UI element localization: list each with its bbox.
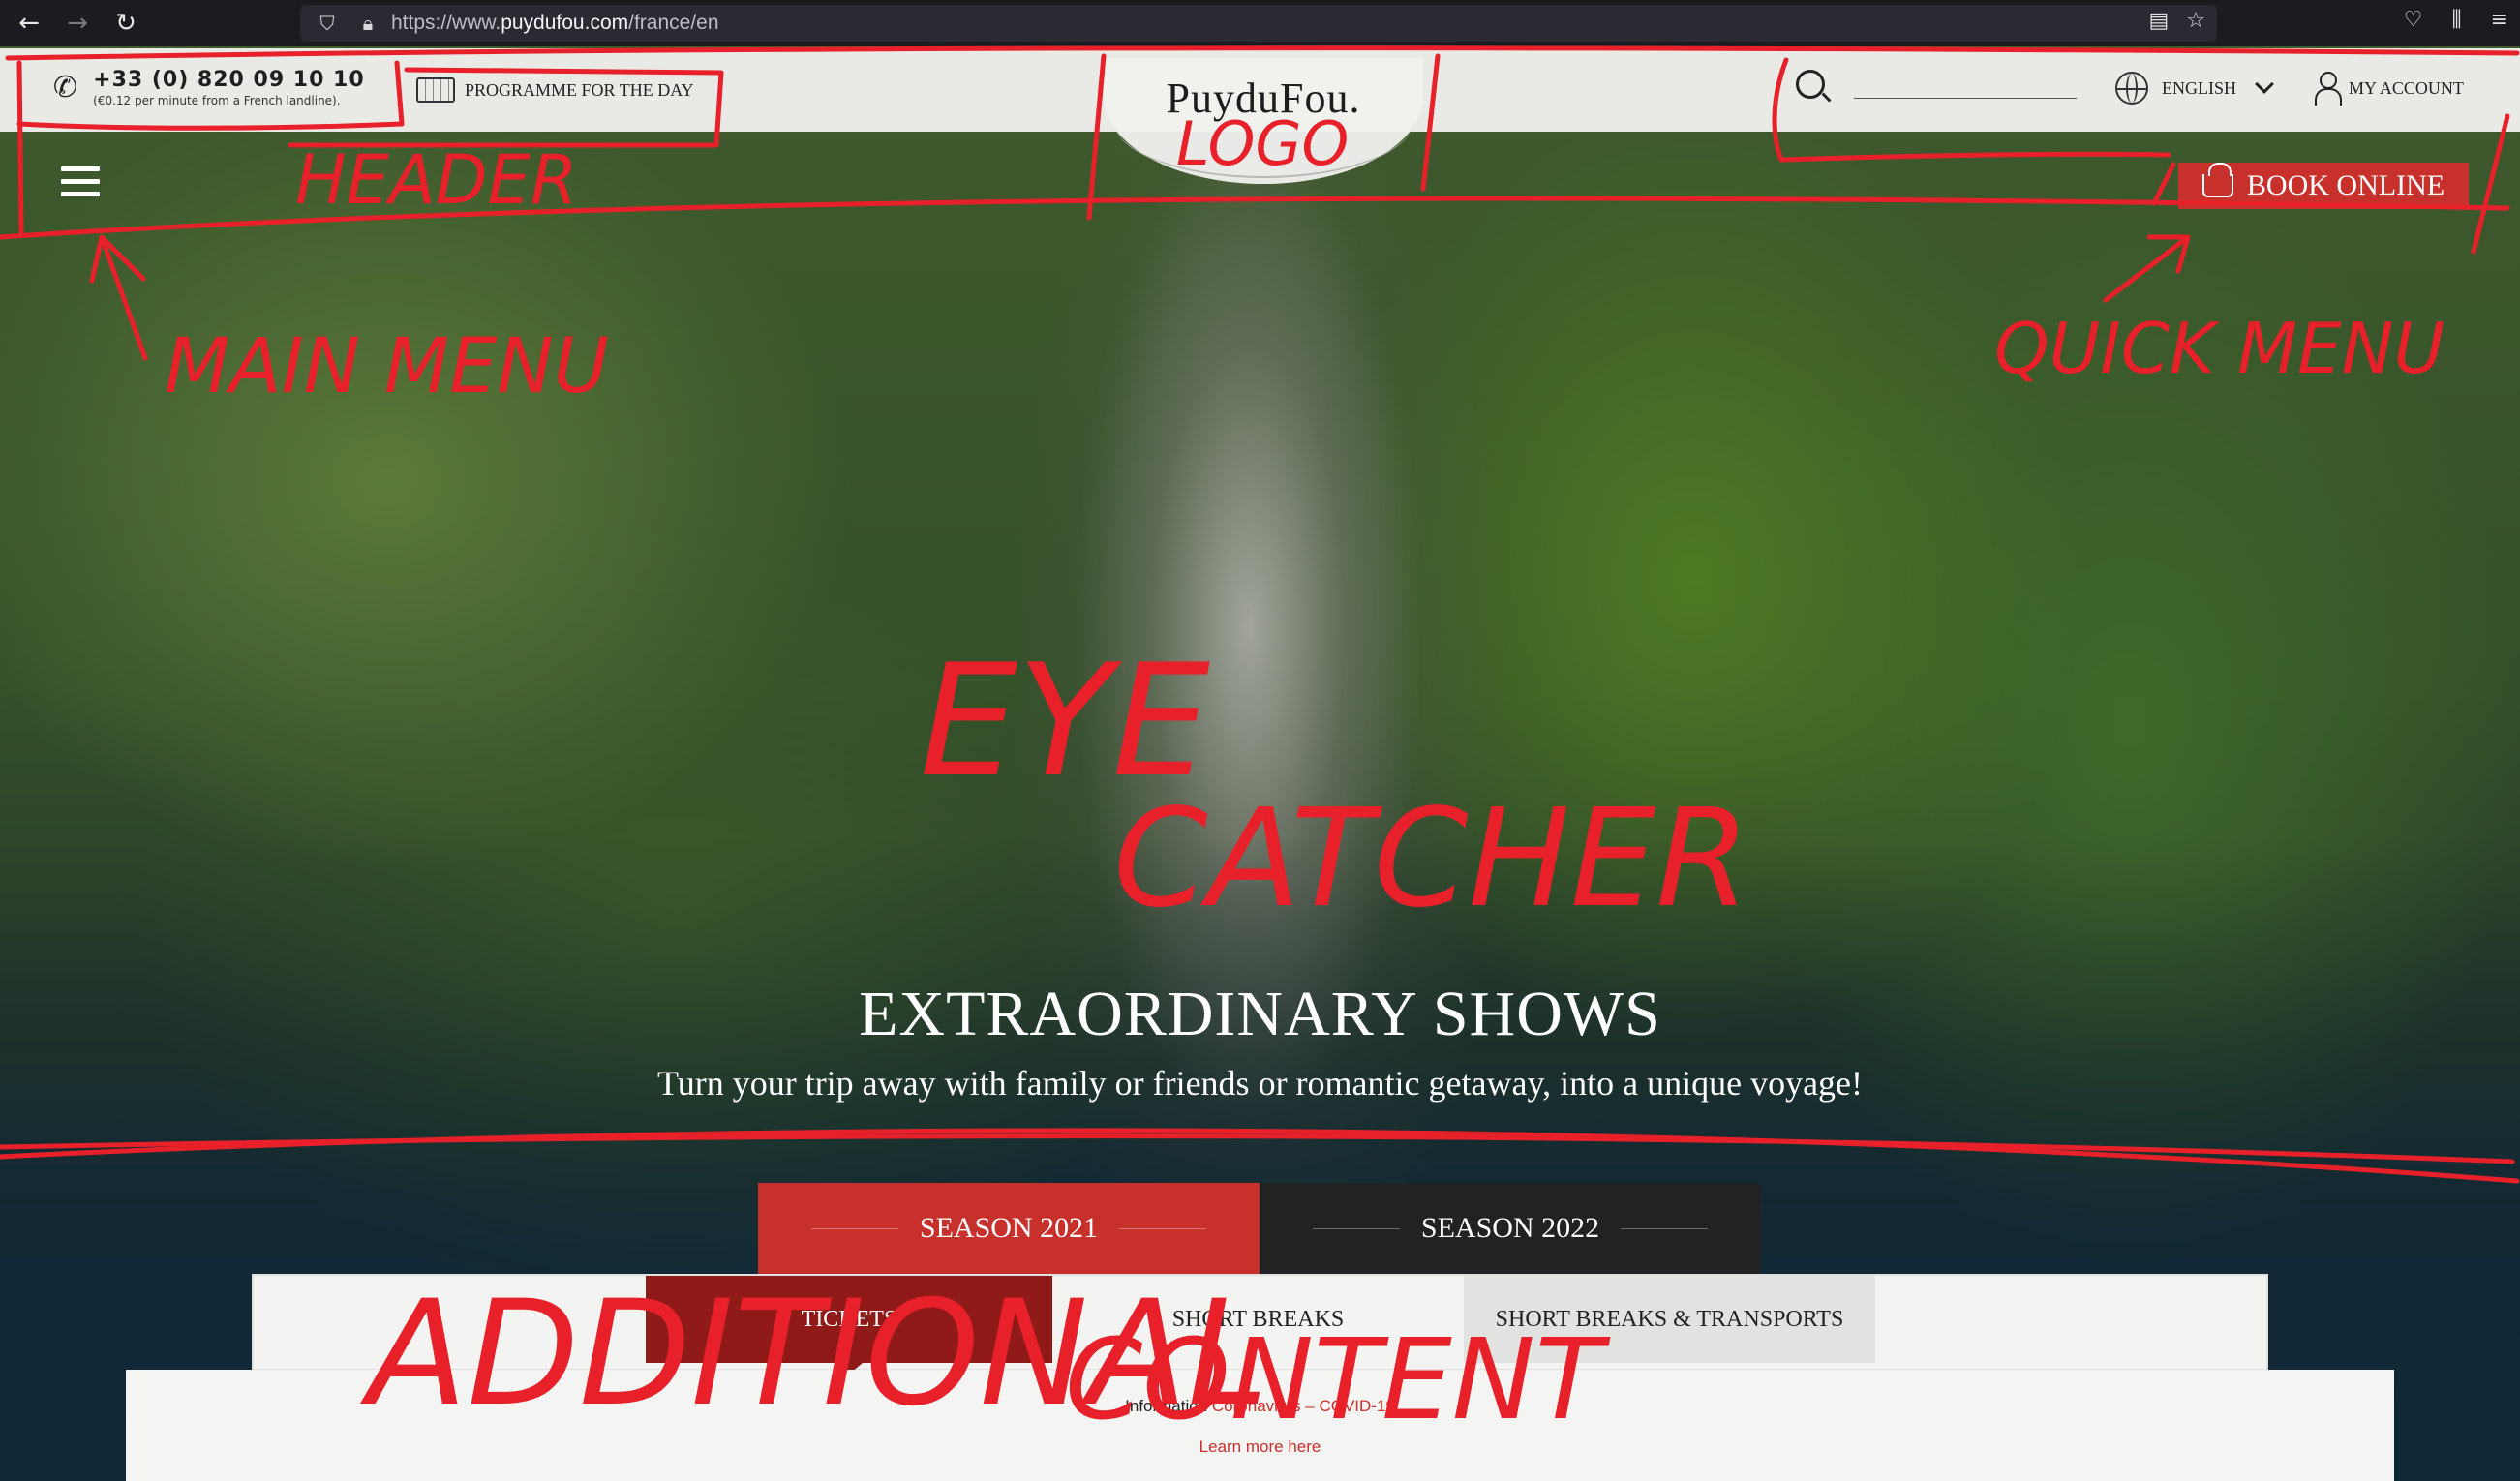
language-label: ENGLISH xyxy=(2162,77,2236,98)
info-panel: Information Coronavirus – COVID-19 Learn… xyxy=(126,1370,2394,1481)
reader-view-icon[interactable]: ▤ xyxy=(2148,9,2169,33)
season-tabs: SEASON 2021 SEASON 2022 xyxy=(758,1183,1761,1274)
basket-icon xyxy=(2201,163,2233,197)
pocket-icon[interactable]: ♡ xyxy=(2404,8,2423,32)
url-text: https://www.puydufou.com/france/en xyxy=(391,12,719,34)
search-input[interactable] xyxy=(1854,70,2077,99)
site-logo[interactable]: PuyduFou. xyxy=(1142,74,1384,123)
chevron-down-icon xyxy=(2255,75,2274,94)
calendar-icon xyxy=(416,77,455,103)
hamburger-browser-menu-icon[interactable]: ≡ xyxy=(2491,8,2508,32)
tab-short-breaks[interactable]: SHORT BREAKS xyxy=(1052,1276,1464,1363)
tab-season-2021[interactable]: SEASON 2021 xyxy=(758,1183,1260,1274)
library-icon[interactable]: ⫼ xyxy=(2451,8,2461,32)
bookmark-star-icon[interactable]: ☆ xyxy=(2186,9,2205,33)
programme-link[interactable]: PROGRAMME FOR THE DAY xyxy=(416,77,694,103)
covid-info-line: Information Coronavirus – COVID-19 xyxy=(1125,1397,1395,1415)
search-icon[interactable] xyxy=(1796,70,1825,99)
hero-title: EXTRAORDINARY SHOWS xyxy=(859,979,1661,1049)
covid-info-highlight[interactable]: Coronavirus – COVID-19 xyxy=(1212,1397,1395,1415)
back-arrow-icon[interactable]: ← xyxy=(10,4,48,43)
main-menu-hamburger-icon[interactable] xyxy=(61,166,100,197)
reload-icon[interactable]: ↻ xyxy=(106,4,145,43)
book-online-button[interactable]: BOOK ONLINE xyxy=(2178,163,2469,209)
account-label: MY ACCOUNT xyxy=(2349,77,2464,98)
hero-subtitle: Turn your trip away with family or frien… xyxy=(656,1064,1864,1103)
phone-number: +33 (0) 820 09 10 10 xyxy=(93,68,365,92)
search xyxy=(1796,70,2077,99)
tab-short-breaks-transports[interactable]: SHORT BREAKS & TRANSPORTS xyxy=(1464,1276,1875,1363)
book-online-label: BOOK ONLINE xyxy=(2246,169,2445,201)
forward-arrow-icon[interactable]: → xyxy=(58,4,97,43)
programme-label: PROGRAMME FOR THE DAY xyxy=(465,79,694,100)
tab-tickets[interactable]: TICKETS xyxy=(646,1276,1052,1373)
phone-note: (€0.12 per minute from a French landline… xyxy=(93,94,341,107)
tab-season-2022[interactable]: SEASON 2022 xyxy=(1260,1183,1761,1274)
globe-icon xyxy=(2115,72,2148,105)
learn-more-link[interactable]: Learn more here xyxy=(126,1437,2394,1457)
language-selector[interactable]: ENGLISH xyxy=(2115,72,2274,105)
phone-contact[interactable]: ✆ +33 (0) 820 09 10 10 (€0.12 per minute… xyxy=(53,68,365,107)
address-bar[interactable]: ⛉ 🔒︎ https://www.puydufou.com/france/en … xyxy=(300,5,2217,42)
browser-toolbar: ← → ↻ ⛉ 🔒︎ https://www.puydufou.com/fran… xyxy=(0,0,2520,46)
shield-icon: ⛉ xyxy=(319,12,335,35)
account-link[interactable]: MY ACCOUNT xyxy=(2314,72,2464,106)
ticket-tabs: TICKETS SHORT BREAKS SHORT BREAKS & TRAN… xyxy=(646,1276,1875,1373)
user-icon xyxy=(2314,72,2342,106)
phone-icon: ✆ xyxy=(53,71,78,105)
lock-icon: 🔒︎ xyxy=(362,12,374,35)
